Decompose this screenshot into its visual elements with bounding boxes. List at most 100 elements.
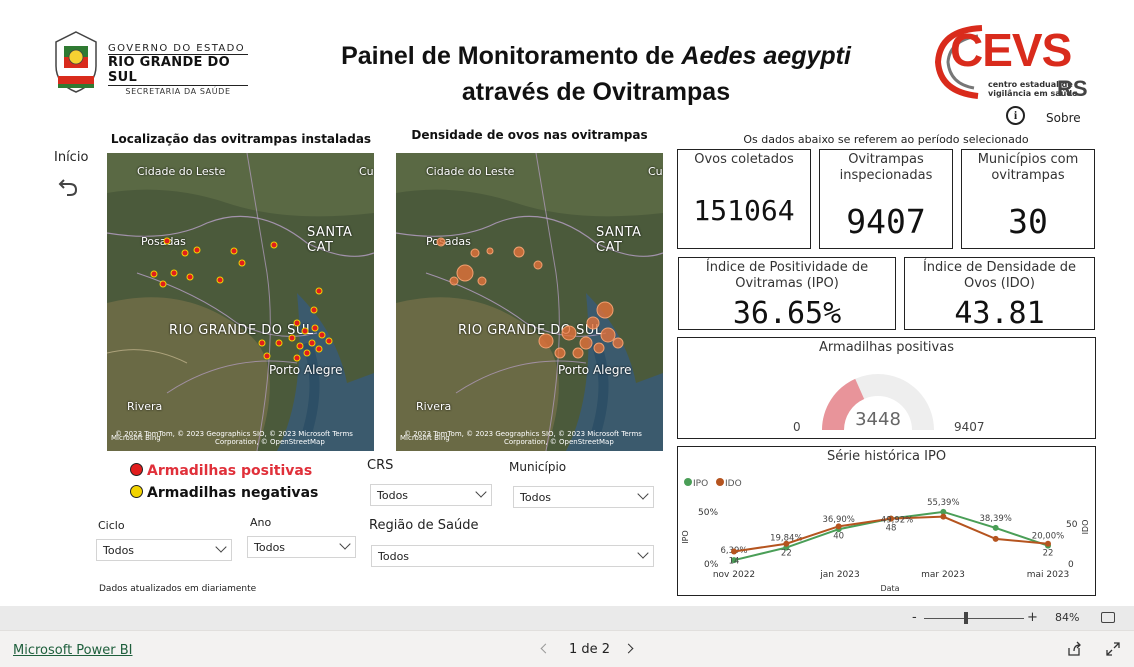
trap-point <box>308 339 316 347</box>
density-bubble <box>449 276 459 286</box>
map1-points <box>150 237 333 362</box>
kpi-ipo-value: 36.65% <box>732 296 842 331</box>
regiao-dropdown[interactable]: Todos <box>371 545 654 567</box>
map-ovitrampas-locations[interactable]: Cidade do Leste Posadas SANTA CAT RIO GR… <box>107 153 374 451</box>
regiao-title: Região de Saúde <box>369 518 479 533</box>
chevron-down-icon <box>637 488 649 500</box>
kpi-municipios-label: Municípios com ovitrampas <box>962 152 1094 184</box>
density-bubble <box>533 260 543 270</box>
density-bubble <box>486 247 494 255</box>
trap-point <box>263 352 271 360</box>
map1-bing-label: Microsoft Bing <box>111 434 161 442</box>
cevs-text: CEVS <box>950 24 1072 76</box>
gauge-card: Armadilhas positivas 3448 0 9407 <box>677 337 1096 439</box>
data-label-ipo: 38,39% <box>979 514 1011 524</box>
trap-point <box>238 259 246 267</box>
zoom-plus-button[interactable]: + <box>1027 610 1038 625</box>
about-label[interactable]: Sobre <box>1046 111 1081 125</box>
y-tick-right: 0 <box>1068 560 1074 570</box>
gov-logo <box>50 30 102 94</box>
y-axis-label-right: IDO <box>1081 520 1090 535</box>
map2-density-bubbles <box>436 237 624 359</box>
trap-point <box>163 237 171 245</box>
page-indicator: 1 de 2 <box>569 642 611 657</box>
municipio-title: Município <box>509 460 567 474</box>
series-point-ido <box>992 535 999 542</box>
trap-point <box>170 269 178 277</box>
kpi-ovitrampas-label: Ovitrampas inspecionadas <box>820 152 952 184</box>
gov-text: GOVERNO DO ESTADO RIO GRANDE DO SUL SECR… <box>108 43 248 96</box>
chevron-down-icon <box>339 538 351 550</box>
ciclo-dropdown[interactable]: Todos <box>96 539 232 561</box>
kpi-municipios: Municípios com ovitrampas 30 <box>961 149 1095 249</box>
legend-negative-dot <box>130 485 143 498</box>
density-bubble <box>554 347 566 359</box>
period-note: Os dados abaixo se referem ao período se… <box>743 133 1029 146</box>
trap-point <box>296 342 304 350</box>
municipio-dropdown[interactable]: Todos <box>513 486 654 508</box>
page-title: Painel de Monitoramento de Aedes aegypti… <box>290 38 902 110</box>
next-page-icon[interactable] <box>623 643 634 654</box>
powerbi-link[interactable]: Microsoft Power BI <box>13 643 132 658</box>
ano-dropdown[interactable]: Todos <box>247 536 356 558</box>
series-point-ipo <box>992 524 999 531</box>
chevron-down-icon <box>637 547 649 559</box>
trap-point <box>293 354 301 362</box>
series-point-ido <box>1045 540 1051 547</box>
density-bubble <box>477 276 487 286</box>
legend-positive: Armadilhas positivas <box>130 463 312 479</box>
chevron-down-icon <box>475 486 487 498</box>
legend-label-ipo: IPO <box>693 479 708 489</box>
legend-positive-label: Armadilhas positivas <box>147 463 313 479</box>
data-label-ido: 40 <box>833 531 844 541</box>
kpi-ovos: Ovos coletados 151064 <box>677 149 811 249</box>
density-bubble <box>612 337 624 349</box>
kpi-ipo-label: Índice de Positividade de Ovitramas (IPO) <box>679 260 895 292</box>
data-label-ipo: 55,39% <box>927 498 959 508</box>
municipio-value: Todos <box>520 491 552 504</box>
map-egg-density[interactable]: Cidade do Leste Posadas SANTA CAT RIO GR… <box>396 153 663 451</box>
crs-value: Todos <box>377 489 409 502</box>
fullscreen-icon[interactable] <box>1105 641 1121 657</box>
back-arrow-icon[interactable] <box>56 174 80 198</box>
legend-dot-ipo <box>684 478 692 486</box>
kpi-ovitrampas-label-2: inspecionadas <box>839 168 933 183</box>
fit-page-icon[interactable] <box>1101 612 1115 623</box>
trap-point <box>288 334 296 342</box>
zoom-slider-track[interactable] <box>924 618 1024 619</box>
kpi-ido-label: Índice de Densidade de Ovos (IDO) <box>905 260 1094 292</box>
zoom-bar: - + 84% <box>0 606 1134 630</box>
series-point-ido <box>731 548 737 555</box>
updated-note: Dados atualizados em diariamente <box>99 584 257 594</box>
home-label[interactable]: Início <box>54 150 88 165</box>
map2-title: Densidade de ovos nas ovitrampas <box>411 128 648 142</box>
zoom-minus-button[interactable]: - <box>912 610 917 625</box>
share-icon[interactable] <box>1066 641 1082 657</box>
density-bubble <box>572 347 584 359</box>
powerbi-footer: Microsoft Power BI 1 de 2 <box>0 630 1134 667</box>
data-label-ido: 22 <box>781 549 792 559</box>
zoom-slider-thumb[interactable] <box>964 612 968 624</box>
ano-title: Ano <box>250 516 272 529</box>
kpi-ovos-value: 151064 <box>693 194 795 227</box>
trap-point <box>303 349 311 357</box>
trap-point <box>275 339 283 347</box>
density-bubble <box>596 301 614 319</box>
gauge-value: 3448 <box>855 409 901 430</box>
kpi-ovitrampas-label-1: Ovitrampas <box>848 152 924 167</box>
data-label-ipo: 20,00% <box>1032 532 1064 542</box>
info-icon[interactable]: i <box>1006 106 1025 125</box>
kpi-ido-value: 43.81 <box>954 296 1045 331</box>
prev-page-icon[interactable] <box>540 643 551 654</box>
kpi-ipo-label-1: Índice de Positividade de <box>705 260 869 275</box>
x-tick-label: nov 2022 <box>713 570 755 580</box>
gauge-min-label: 0 <box>793 420 801 434</box>
y-tick-right: 50 <box>1066 520 1078 530</box>
crs-title: CRS <box>367 458 394 473</box>
trap-point <box>216 276 224 284</box>
crs-dropdown[interactable]: Todos <box>370 484 492 506</box>
legend-negative-label: Armadilhas negativas <box>147 485 319 501</box>
x-axis-label: Data <box>880 584 899 593</box>
gov-line2: RIO GRANDE DO SUL <box>108 54 248 86</box>
regiao-value: Todos <box>378 550 410 563</box>
